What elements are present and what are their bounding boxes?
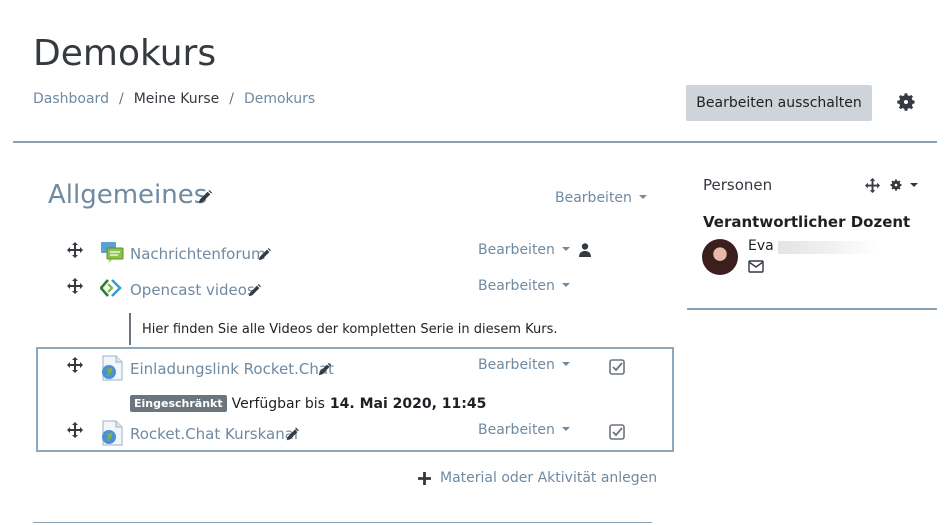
restriction-badge: Eingeschränkt <box>130 395 227 412</box>
section-bottom-divider <box>33 522 652 523</box>
activity-link-nachrichtenforum[interactable]: Nachrichtenforum <box>130 245 266 263</box>
add-activity-label[interactable]: Material oder Aktivität anlegen <box>440 470 657 486</box>
teacher-role-heading: Verantwortlicher Dozent <box>703 213 911 231</box>
activity-edit-menu[interactable]: Bearbeiten <box>478 422 570 438</box>
edit-activity-pencil-icon[interactable] <box>258 248 271 261</box>
edit-activity-pencil-icon[interactable] <box>286 428 299 441</box>
breadcrumb-separator: / <box>118 91 124 107</box>
breadcrumb-demokurs[interactable]: Demokurs <box>244 91 315 107</box>
add-activity-link[interactable]: Material oder Aktivität anlegen <box>418 470 657 486</box>
edit-activity-pencil-icon[interactable] <box>248 284 261 297</box>
block-actions-gear-icon[interactable] <box>889 178 918 192</box>
breadcrumb-dashboard[interactable]: Dashboard <box>33 91 109 107</box>
restriction-text: Verfügbar bis <box>231 395 325 412</box>
teacher-name[interactable]: Eva <box>748 238 774 254</box>
plus-icon <box>418 471 431 485</box>
avatar[interactable] <box>702 239 738 275</box>
restriction-info: Eingeschränkt Verfügbar bis 14. Mai 2020… <box>130 395 486 412</box>
header-divider <box>13 141 937 143</box>
activity-edit-menu[interactable]: Bearbeiten <box>478 242 570 258</box>
activity-edit-menu[interactable]: Bearbeiten <box>478 278 570 294</box>
breadcrumb-meine-kurse[interactable]: Meine Kurse <box>134 91 220 107</box>
activity-link-opencast-videos[interactable]: Opencast videos <box>130 281 255 299</box>
move-handle-icon[interactable] <box>67 357 83 373</box>
section-title[interactable]: Allgemeines <box>48 180 207 210</box>
activity-edit-menu[interactable]: Bearbeiten <box>478 357 570 373</box>
edit-mode-toggle-button[interactable]: Bearbeiten ausschalten <box>686 85 872 121</box>
forum-icon <box>100 240 124 264</box>
activity-link-einladungslink[interactable]: Einladungslink Rocket.Chat <box>130 360 334 378</box>
breadcrumb: Dashboard / Meine Kurse / Demokurs <box>33 91 315 107</box>
opencast-icon <box>100 279 124 297</box>
move-handle-icon[interactable] <box>67 242 83 258</box>
envelope-icon[interactable] <box>748 260 764 273</box>
activity-link-rocketchat-kurskanal[interactable]: Rocket.Chat Kurskanal <box>130 425 298 443</box>
people-block-title: Personen <box>703 176 773 194</box>
activity-description: Hier finden Sie alle Videos der komplett… <box>142 322 558 337</box>
move-handle-icon[interactable] <box>67 278 83 294</box>
redacted-name-blur <box>778 241 878 254</box>
edit-section-title-pencil-icon[interactable] <box>198 190 212 204</box>
description-border <box>129 313 131 345</box>
section-edit-menu[interactable]: Bearbeiten <box>555 190 647 206</box>
page-title: Demokurs <box>33 33 217 74</box>
move-handle-icon[interactable] <box>67 422 83 438</box>
edit-activity-pencil-icon[interactable] <box>318 363 331 376</box>
move-block-icon[interactable] <box>865 178 880 193</box>
gear-icon[interactable] <box>895 91 917 113</box>
restriction-date: 14. Mai 2020, 11:45 <box>329 395 487 412</box>
checkbox-icon[interactable] <box>609 424 625 440</box>
url-icon <box>100 420 124 446</box>
checkbox-icon[interactable] <box>609 359 625 375</box>
breadcrumb-separator: / <box>229 91 234 107</box>
url-icon <box>100 355 124 381</box>
person-icon <box>579 243 591 257</box>
people-block-divider <box>687 308 937 310</box>
